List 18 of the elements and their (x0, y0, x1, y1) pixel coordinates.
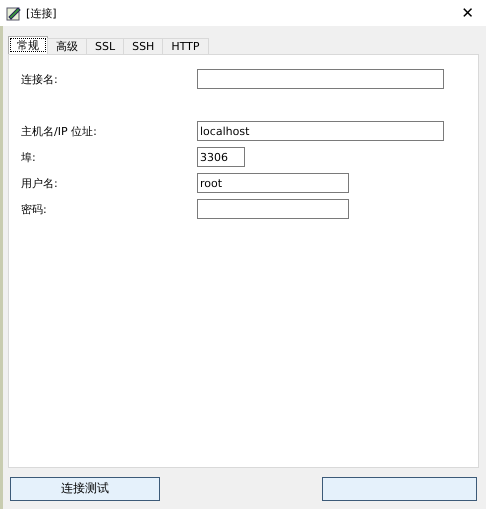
tab[interactable]: 常规 (8, 36, 48, 54)
field-label: 用户名: (21, 176, 59, 190)
window-title: [连接] (26, 6, 57, 20)
input-field[interactable]: root (197, 173, 349, 193)
close-button[interactable]: ✕ (457, 4, 478, 22)
notepad-icon (6, 6, 21, 20)
field-label: 连接名: (21, 72, 59, 86)
input-field[interactable] (197, 199, 349, 219)
input-field[interactable]: localhost (197, 121, 444, 141)
tab[interactable]: HTTP (162, 38, 208, 54)
input-field[interactable] (197, 69, 444, 89)
dialog-button[interactable] (322, 476, 477, 500)
field-label: 埠: (21, 150, 37, 164)
test-connection-button[interactable]: 连接测试 (10, 476, 160, 500)
field-label: 主机名/IP 位址: (21, 124, 98, 138)
field-label: 密码: (21, 202, 48, 216)
tab[interactable]: 高级 (47, 38, 87, 54)
input-field[interactable]: 3306 (197, 147, 245, 167)
